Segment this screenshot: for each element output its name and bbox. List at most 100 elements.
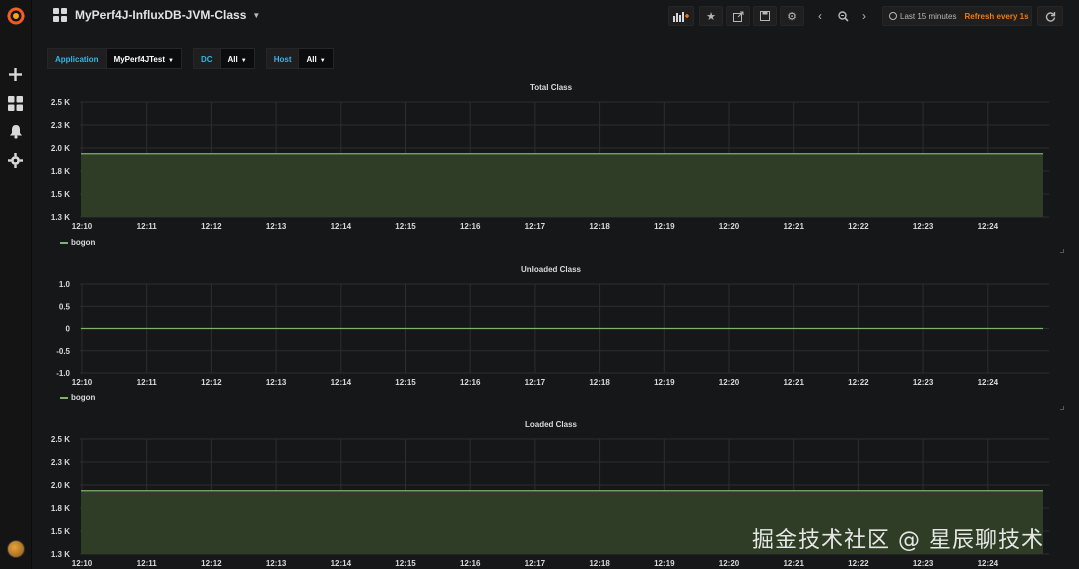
- clock-icon: [889, 12, 897, 20]
- x-tick-label: 12:10: [72, 559, 93, 568]
- avatar[interactable]: [7, 540, 25, 558]
- refresh-icon: [1045, 11, 1055, 22]
- x-tick-label: 12:21: [783, 378, 804, 387]
- panel-total-class: Total Class 1.3 K 1.5 K 1.8 K 2.0 K 2.3 K 2.5…: [38, 78, 1064, 253]
- add-panel-button[interactable]: [668, 6, 694, 26]
- caret-down-icon: ▼: [252, 10, 261, 20]
- plus-icon[interactable]: [7, 66, 24, 83]
- time-picker[interactable]: Last 15 minutes Refresh every 1s: [882, 6, 1032, 26]
- star-button[interactable]: ★: [699, 6, 723, 26]
- y-tick-label: 1.5 K: [51, 527, 70, 536]
- x-tick-label: 12:13: [266, 222, 287, 231]
- legend-item[interactable]: bogon: [60, 393, 95, 402]
- zoom-out-button[interactable]: [833, 6, 853, 26]
- x-tick-label: 12:17: [525, 378, 546, 387]
- panel-resize-handle[interactable]: [1060, 406, 1064, 410]
- y-tick-label: 2.3 K: [51, 458, 70, 467]
- chevron-right-icon: ›: [862, 9, 866, 23]
- y-tick-label: 2.3 K: [51, 121, 70, 130]
- y-tick-label: 1.3 K: [51, 213, 70, 222]
- refresh-interval-label: Refresh every 1s: [964, 11, 1029, 21]
- x-tick-label: 12:17: [525, 222, 546, 231]
- series-swatch: [60, 241, 68, 244]
- refresh-button[interactable]: [1037, 6, 1063, 26]
- settings-button[interactable]: ⚙: [780, 6, 804, 26]
- grafana-logo-icon[interactable]: [6, 6, 26, 26]
- x-tick-label: 12:16: [460, 222, 481, 231]
- variable-select-dc[interactable]: All ▼: [220, 48, 255, 69]
- y-tick-label: 1.5 K: [51, 190, 70, 199]
- y-tick-label: 2.5 K: [51, 435, 70, 444]
- share-icon: [732, 11, 743, 22]
- y-tick-label: 0.5: [59, 302, 71, 311]
- variable-select-application[interactable]: MyPerf4JTest ▼: [106, 48, 182, 69]
- variable-select-host[interactable]: All ▼: [299, 48, 334, 69]
- variable-value-dc: All: [227, 55, 238, 64]
- x-tick-label: 12:12: [201, 378, 222, 387]
- time-forward-button[interactable]: ›: [855, 6, 873, 26]
- template-variables: Application MyPerf4JTest ▼ DC All ▼ Host A…: [47, 48, 345, 69]
- series-swatch: [60, 396, 68, 399]
- grafana-app: MyPerf4J-InfluxDB-JVM-Class ▼ ★ ⚙ ‹ › La…: [0, 0, 1079, 569]
- caret-down-icon: ▼: [240, 58, 247, 64]
- save-icon: [760, 11, 770, 21]
- x-tick-label: 12:13: [266, 378, 287, 387]
- total-class-chart[interactable]: 1.3 K 1.5 K 1.8 K 2.0 K 2.3 K 2.5 K 12:10 12:11…: [38, 78, 1064, 238]
- y-tick-label: -0.5: [56, 347, 70, 356]
- x-tick-label: 12:11: [137, 559, 158, 568]
- x-tick-label: 12:17: [525, 559, 546, 568]
- y-tick-label: 2.0 K: [51, 481, 70, 490]
- x-tick-label: 12:22: [848, 222, 869, 231]
- x-tick-label: 12:18: [589, 222, 610, 231]
- y-tick-label: 1.8 K: [51, 504, 70, 513]
- unloaded-class-chart[interactable]: -1.0 -0.5 0 0.5 1.0 12:10 12:11 12:12 12:13 12:14…: [38, 260, 1064, 392]
- y-tick-label: 0: [66, 325, 71, 334]
- y-tick-label: 2.0 K: [51, 144, 70, 153]
- share-button[interactable]: [726, 6, 750, 26]
- gear-icon[interactable]: [7, 152, 24, 169]
- x-tick-label: 12:15: [395, 222, 416, 231]
- dashboards-icon[interactable]: [7, 95, 24, 112]
- x-tick-label: 12:18: [589, 378, 610, 387]
- variable-value-application: MyPerf4JTest: [113, 55, 165, 64]
- y-tick-label: 2.5 K: [51, 98, 70, 107]
- x-tick-label: 12:11: [137, 222, 158, 231]
- x-tick-label: 12:15: [395, 378, 416, 387]
- x-tick-label: 12:12: [201, 559, 222, 568]
- star-icon: ★: [706, 10, 716, 23]
- dashboards-icon: [53, 8, 67, 22]
- x-tick-label: 12:20: [719, 222, 740, 231]
- x-tick-label: 12:14: [331, 222, 352, 231]
- panel-resize-handle[interactable]: [1060, 249, 1064, 253]
- x-tick-label: 12:21: [783, 222, 804, 231]
- y-tick-label: -1.0: [56, 369, 70, 378]
- caret-down-icon: ▼: [168, 58, 174, 64]
- legend-item[interactable]: bogon: [60, 238, 95, 247]
- save-button[interactable]: [753, 6, 777, 26]
- x-tick-label: 12:10: [72, 222, 93, 231]
- x-tick-label: 12:11: [137, 378, 158, 387]
- sidebar: [0, 0, 32, 569]
- time-back-button[interactable]: ‹: [811, 6, 829, 26]
- x-tick-label: 12:10: [72, 378, 93, 387]
- x-tick-label: 12:21: [783, 559, 804, 568]
- x-tick-label: 12:20: [719, 559, 740, 568]
- dashboard-picker[interactable]: MyPerf4J-InfluxDB-JVM-Class ▼: [53, 8, 260, 22]
- watermark: 掘金技术社区 @ 星辰聊技术: [752, 528, 1044, 553]
- bell-icon[interactable]: [7, 123, 24, 140]
- x-tick-label: 12:14: [331, 559, 352, 568]
- add-panel-icon: [673, 11, 689, 22]
- x-tick-label: 12:16: [460, 559, 481, 568]
- variable-label-host: Host: [265, 48, 300, 69]
- x-tick-label: 12:19: [654, 378, 675, 387]
- legend-label: bogon: [71, 393, 96, 402]
- variable-value-host: All: [306, 55, 317, 64]
- top-navbar: MyPerf4J-InfluxDB-JVM-Class ▼ ★ ⚙ ‹ › La…: [33, 0, 1079, 34]
- x-tick-label: 12:24: [978, 559, 999, 568]
- dashboard-title: MyPerf4J-InfluxDB-JVM-Class: [75, 8, 247, 22]
- caret-down-icon: ▼: [319, 58, 326, 64]
- x-tick-label: 12:22: [848, 378, 869, 387]
- x-tick-label: 12:12: [201, 222, 222, 231]
- y-tick-label: 1.0: [59, 280, 71, 289]
- x-tick-label: 12:22: [848, 559, 869, 568]
